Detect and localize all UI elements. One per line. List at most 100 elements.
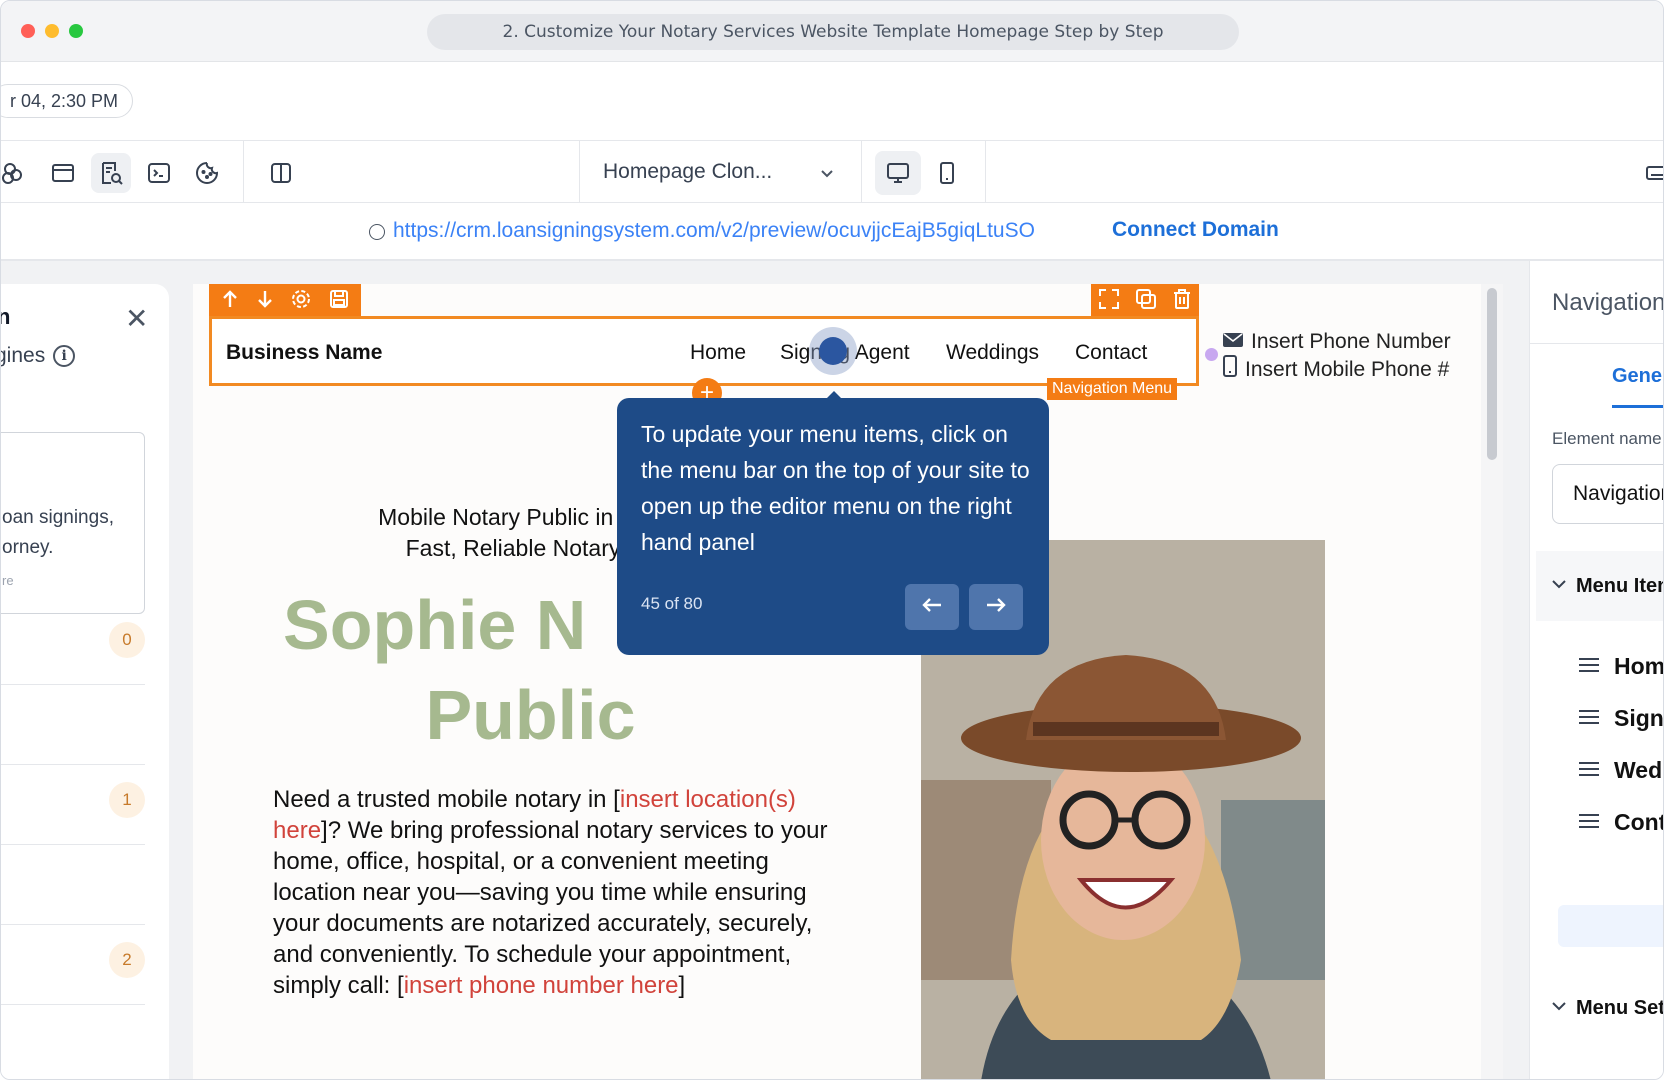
menu-item-weddings[interactable]: Weddings bbox=[1578, 757, 1663, 784]
left-panel-card[interactable]: oan signings, orney. re bbox=[1, 432, 145, 614]
url-bar: https://crm.loansigningsystem.com/v2/pre… bbox=[1, 203, 1663, 261]
left-panel-subtitle: gines i bbox=[1, 344, 76, 368]
card-text: oan signings, orney. bbox=[2, 503, 114, 563]
card-text-line: oan signings, bbox=[2, 507, 114, 528]
nav-link-weddings[interactable]: Weddings bbox=[946, 341, 1039, 365]
drag-handle-icon[interactable] bbox=[1578, 653, 1600, 680]
left-panel-subtitle-text: gines bbox=[1, 344, 46, 367]
divider bbox=[1, 764, 145, 765]
previous-step-button[interactable] bbox=[905, 584, 959, 630]
layers-icon[interactable] bbox=[1, 153, 33, 193]
chevron-down-icon bbox=[819, 163, 835, 187]
envelope-icon bbox=[1223, 328, 1243, 355]
page-selector[interactable]: Homepage Clon... bbox=[581, 141, 861, 203]
window-title: 2. Customize Your Notary Services Websit… bbox=[427, 14, 1239, 50]
cookie-icon[interactable] bbox=[187, 153, 227, 193]
menu-item-home[interactable]: Home bbox=[1578, 653, 1664, 680]
layout-icon[interactable] bbox=[43, 153, 83, 193]
element-name-input[interactable]: Navigation bbox=[1552, 464, 1663, 524]
menu-items-section-header[interactable]: Menu Items bbox=[1536, 551, 1663, 621]
element-name-label: Element name bbox=[1552, 429, 1662, 448]
trash-icon[interactable] bbox=[1172, 288, 1192, 315]
nav-link-home[interactable]: Home bbox=[690, 341, 746, 365]
date-row: r 04, 2:30 PM bbox=[1, 62, 1663, 141]
minimize-window-button[interactable] bbox=[45, 24, 59, 38]
card-text-line: orney. bbox=[2, 537, 54, 558]
chevron-down-icon bbox=[1550, 575, 1568, 599]
mobile-text[interactable]: Insert Mobile Phone # bbox=[1245, 356, 1449, 383]
save-icon[interactable] bbox=[329, 289, 349, 314]
menu-settings-section-header[interactable]: Menu Settings bbox=[1536, 973, 1663, 1043]
toolbar-divider bbox=[579, 141, 580, 203]
arrow-down-icon[interactable] bbox=[256, 289, 274, 314]
phone-text[interactable]: Insert Phone Number bbox=[1251, 328, 1451, 355]
chevron-down-icon bbox=[1550, 997, 1568, 1021]
body-text-segment: ] bbox=[678, 972, 686, 999]
menu-item-label: Home bbox=[1614, 653, 1664, 679]
hero-title-line-2: Public bbox=[425, 676, 636, 754]
active-tab-indicator bbox=[1612, 405, 1663, 408]
date-pill[interactable]: r 04, 2:30 PM bbox=[1, 84, 133, 118]
desktop-view-icon[interactable] bbox=[875, 151, 921, 195]
page-search-icon[interactable] bbox=[91, 153, 131, 193]
divider bbox=[1, 1004, 145, 1005]
menu-item-contact[interactable]: Contact bbox=[1578, 809, 1663, 836]
divider bbox=[1, 684, 145, 685]
body-text-segment: Need a trusted mobile notary in [ bbox=[273, 786, 620, 813]
canvas-scrollbar[interactable] bbox=[1487, 288, 1497, 460]
keyboard-icon[interactable] bbox=[1637, 153, 1663, 193]
left-panel: n ✕ gines i oan signings, orney. re 0 1 … bbox=[1, 284, 169, 1079]
section-toolbar-left bbox=[209, 284, 361, 318]
menu-item-signing-agent[interactable]: Signing Agent bbox=[1578, 705, 1664, 732]
menu-item-label: Weddings bbox=[1614, 757, 1663, 783]
drag-handle-icon[interactable] bbox=[1578, 757, 1600, 784]
click-indicator-dot bbox=[819, 337, 847, 365]
mobile-row: Insert Mobile Phone # bbox=[1223, 355, 1451, 384]
close-window-button[interactable] bbox=[21, 24, 35, 38]
menu-settings-section-label: Menu Settings bbox=[1576, 996, 1663, 1019]
divider bbox=[1530, 343, 1663, 344]
hero-body-text[interactable]: Need a trusted mobile notary in [insert … bbox=[273, 784, 833, 1001]
toolbar-divider bbox=[985, 141, 986, 203]
drag-handle-icon[interactable] bbox=[1578, 809, 1600, 836]
navigation-menu-label: Navigation Menu bbox=[1047, 378, 1178, 400]
page-selector-label: Homepage Clon... bbox=[603, 160, 773, 183]
tooltip-step-counter: 45 of 80 bbox=[641, 594, 703, 613]
nav-link-contact[interactable]: Contact bbox=[1075, 341, 1147, 365]
selection-handle[interactable] bbox=[1205, 348, 1218, 361]
arrow-left-icon bbox=[921, 596, 943, 619]
connect-domain-link[interactable]: Connect Domain bbox=[1112, 218, 1279, 242]
divider bbox=[1, 844, 145, 845]
toolbar-divider bbox=[861, 141, 862, 203]
divider bbox=[1, 924, 145, 925]
mobile-view-icon[interactable] bbox=[927, 153, 967, 193]
toolbar-divider bbox=[243, 141, 244, 203]
mobile-phone-icon bbox=[1223, 355, 1237, 384]
drag-handle-icon[interactable] bbox=[1578, 705, 1600, 732]
split-view-icon[interactable] bbox=[261, 153, 301, 193]
duplicate-icon[interactable] bbox=[1135, 288, 1157, 315]
arrow-up-icon[interactable] bbox=[221, 289, 239, 314]
phone-row: Insert Phone Number bbox=[1223, 328, 1451, 355]
info-icon[interactable]: i bbox=[53, 345, 76, 367]
business-name[interactable]: Business Name bbox=[226, 341, 382, 365]
count-badge: 2 bbox=[109, 942, 145, 978]
next-step-button[interactable] bbox=[969, 584, 1023, 630]
menu-item-label: Signing Agent bbox=[1614, 705, 1664, 731]
preview-url-link[interactable]: https://crm.loansigningsystem.com/v2/pre… bbox=[393, 219, 1035, 243]
close-icon[interactable]: ✕ bbox=[125, 302, 148, 335]
left-panel-title: n bbox=[1, 304, 10, 330]
menu-items-section-label: Menu Items bbox=[1576, 574, 1663, 597]
expand-icon[interactable] bbox=[1098, 288, 1120, 315]
count-badge: 0 bbox=[109, 622, 145, 658]
guide-tooltip: To update your menu items, click on the … bbox=[617, 398, 1049, 655]
navigation-menu-section[interactable]: Business Name Home Signing Agent Wedding… bbox=[209, 316, 1199, 386]
code-icon[interactable] bbox=[139, 153, 179, 193]
header-contact-info: Insert Phone Number Insert Mobile Phone … bbox=[1223, 328, 1451, 384]
card-small-text: re bbox=[2, 573, 14, 588]
tab-general[interactable]: General bbox=[1612, 365, 1663, 388]
maximize-window-button[interactable] bbox=[69, 24, 83, 38]
add-menu-item-button[interactable] bbox=[1558, 905, 1663, 947]
title-bar: 2. Customize Your Notary Services Websit… bbox=[1, 1, 1663, 62]
gear-icon[interactable] bbox=[290, 288, 312, 315]
